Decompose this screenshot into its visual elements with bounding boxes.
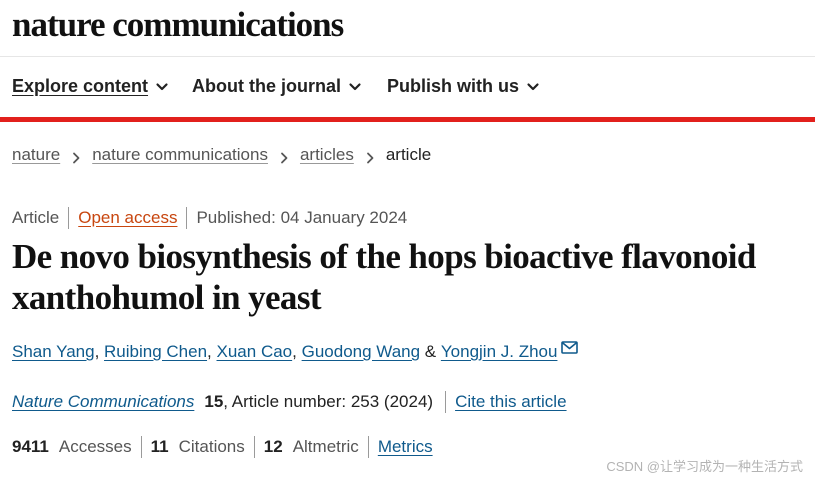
breadcrumb-nature-communications[interactable]: nature communications — [92, 145, 268, 165]
accesses-count: 9411 — [12, 437, 49, 456]
author-conjunction: & — [424, 342, 437, 361]
meta-divider — [68, 207, 70, 229]
chevron-right-icon — [365, 149, 375, 164]
author-link[interactable]: Shan Yang — [12, 342, 95, 362]
article-type: Article — [12, 208, 60, 227]
site-header: nature communications — [0, 0, 815, 57]
article-metrics: 9411 Accesses 11 Citations 12 Altmetric … — [12, 436, 433, 458]
nav-publish-with-us-label: Publish with us — [387, 76, 520, 96]
author-separator: , — [94, 342, 100, 361]
citations-label: Citations — [178, 437, 245, 456]
nav-about-journal-label: About the journal — [192, 76, 341, 96]
author-separator: , — [207, 342, 212, 361]
chevron-down-icon — [526, 80, 540, 94]
breadcrumb-nature[interactable]: nature — [12, 145, 60, 165]
nav-explore-content-label: Explore content — [12, 76, 149, 96]
metrics-divider — [367, 436, 369, 458]
cite-this-article-link[interactable]: Cite this article — [455, 392, 566, 412]
author-separator: , — [292, 342, 297, 361]
article-number: , Article number: 253 (2024) — [223, 392, 434, 411]
breadcrumb: nature nature communications articles ar… — [12, 145, 431, 165]
metrics-divider — [140, 436, 142, 458]
breadcrumb-articles[interactable]: articles — [300, 145, 354, 165]
chevron-right-icon — [71, 149, 81, 164]
author-list: Shan Yang, Ruibing Chen, Xuan Cao, Guodo… — [12, 339, 579, 362]
mail-icon[interactable] — [561, 339, 579, 354]
metrics-divider — [253, 436, 255, 458]
main-nav: Explore content About the journal Publis… — [0, 57, 815, 117]
nav-explore-content[interactable]: Explore content — [12, 76, 169, 97]
article-meta: Article Open access Published: 04 Januar… — [12, 207, 407, 229]
breadcrumb-current: article — [385, 145, 432, 164]
citations-count: 11 — [150, 437, 169, 456]
chevron-down-icon — [348, 80, 362, 94]
citation-line: Nature Communications 15, Article number… — [12, 391, 567, 413]
site-logo[interactable]: nature communications — [12, 5, 344, 45]
author-link[interactable]: Ruibing Chen — [104, 342, 207, 362]
nav-publish-with-us[interactable]: Publish with us — [387, 76, 540, 97]
metrics-link[interactable]: Metrics — [378, 437, 433, 457]
altmetric-count: 12 — [263, 437, 283, 456]
author-link[interactable]: Yongjin J. Zhou — [441, 342, 558, 362]
volume-number: 15 — [204, 392, 224, 411]
open-access-link[interactable]: Open access — [78, 208, 177, 228]
meta-divider — [186, 207, 188, 229]
nav-accent-rule — [0, 117, 815, 122]
journal-link[interactable]: Nature Communications — [12, 392, 194, 412]
citation-divider — [445, 391, 447, 413]
chevron-down-icon — [155, 80, 169, 94]
altmetric-label: Altmetric — [292, 437, 359, 456]
watermark: CSDN @让学习成为一种生活方式 — [606, 459, 803, 474]
chevron-right-icon — [279, 149, 289, 164]
author-link[interactable]: Xuan Cao — [217, 342, 293, 362]
published-date: Published: 04 January 2024 — [196, 208, 408, 227]
nav-about-journal[interactable]: About the journal — [192, 76, 362, 97]
accesses-label: Accesses — [58, 437, 132, 456]
author-link[interactable]: Guodong Wang — [302, 342, 420, 362]
article-title: De novo biosynthesis of the hops bioacti… — [12, 237, 756, 317]
